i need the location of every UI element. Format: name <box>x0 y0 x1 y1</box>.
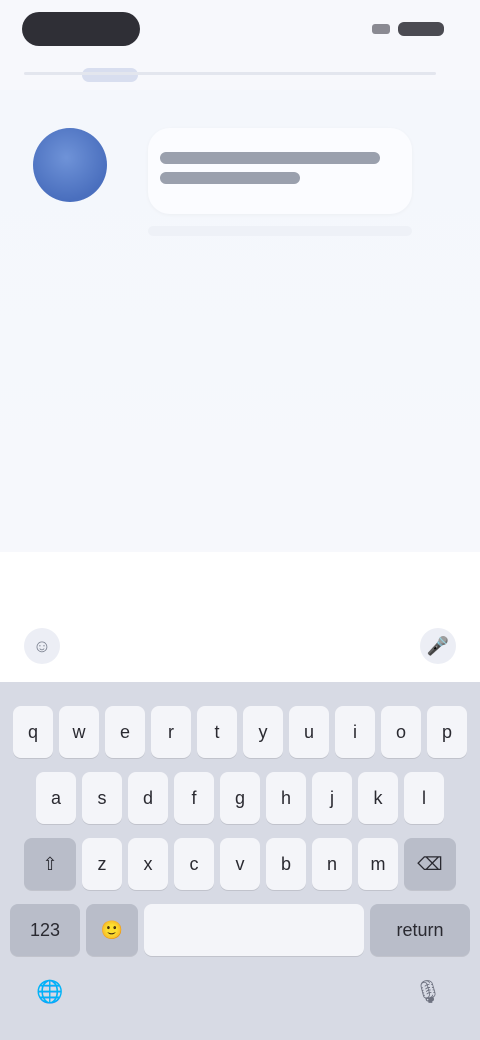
key-z[interactable]: z <box>82 838 122 890</box>
key-w[interactable]: w <box>59 706 99 758</box>
composer <box>0 552 480 682</box>
key-d[interactable]: d <box>128 772 168 824</box>
keyboard-bottom-bar: 🌐 🎙 <box>0 936 480 1040</box>
key-l[interactable]: l <box>404 772 444 824</box>
key-x[interactable]: x <box>128 838 168 890</box>
avatar[interactable] <box>33 128 107 202</box>
key-j[interactable]: j <box>312 772 352 824</box>
status-time-pill <box>22 12 140 46</box>
key-h[interactable]: h <box>266 772 306 824</box>
key-v[interactable]: v <box>220 838 260 890</box>
globe-icon[interactable]: 🌐 <box>30 972 70 1012</box>
key-c[interactable]: c <box>174 838 214 890</box>
signal-icon <box>372 24 390 34</box>
key-i[interactable]: i <box>335 706 375 758</box>
key-a[interactable]: a <box>36 772 76 824</box>
battery-icon <box>398 22 444 36</box>
status-icons <box>372 22 444 36</box>
key-e[interactable]: e <box>105 706 145 758</box>
mic-icon[interactable]: 🎤 <box>420 628 456 664</box>
keyboard-row-2: asdfghjkl <box>0 772 480 824</box>
message-bubble <box>148 128 412 214</box>
header-divider <box>24 72 436 75</box>
dictation-icon[interactable]: 🎙 <box>408 972 448 1012</box>
header-indicator <box>82 68 138 82</box>
key-⇧[interactable]: ⇧ <box>24 838 76 890</box>
status-bar <box>0 0 480 64</box>
key-f[interactable]: f <box>174 772 214 824</box>
key-t[interactable]: t <box>197 706 237 758</box>
message-line <box>160 152 380 164</box>
key-o[interactable]: o <box>381 706 421 758</box>
message-line <box>160 172 300 184</box>
key-⌫[interactable]: ⌫ <box>404 838 456 890</box>
key-q[interactable]: q <box>13 706 53 758</box>
key-u[interactable]: u <box>289 706 329 758</box>
key-p[interactable]: p <box>427 706 467 758</box>
key-n[interactable]: n <box>312 838 352 890</box>
key-b[interactable]: b <box>266 838 306 890</box>
key-k[interactable]: k <box>358 772 398 824</box>
key-s[interactable]: s <box>82 772 122 824</box>
key-y[interactable]: y <box>243 706 283 758</box>
message-meta <box>148 226 412 236</box>
keyboard-row-1: qwertyuiop <box>0 706 480 758</box>
keyboard-row-3: ⇧ z x c v b n m ⌫ <box>0 838 480 890</box>
key-g[interactable]: g <box>220 772 260 824</box>
emoji-icon[interactable]: ☺ <box>24 628 60 664</box>
key-m[interactable]: m <box>358 838 398 890</box>
key-r[interactable]: r <box>151 706 191 758</box>
